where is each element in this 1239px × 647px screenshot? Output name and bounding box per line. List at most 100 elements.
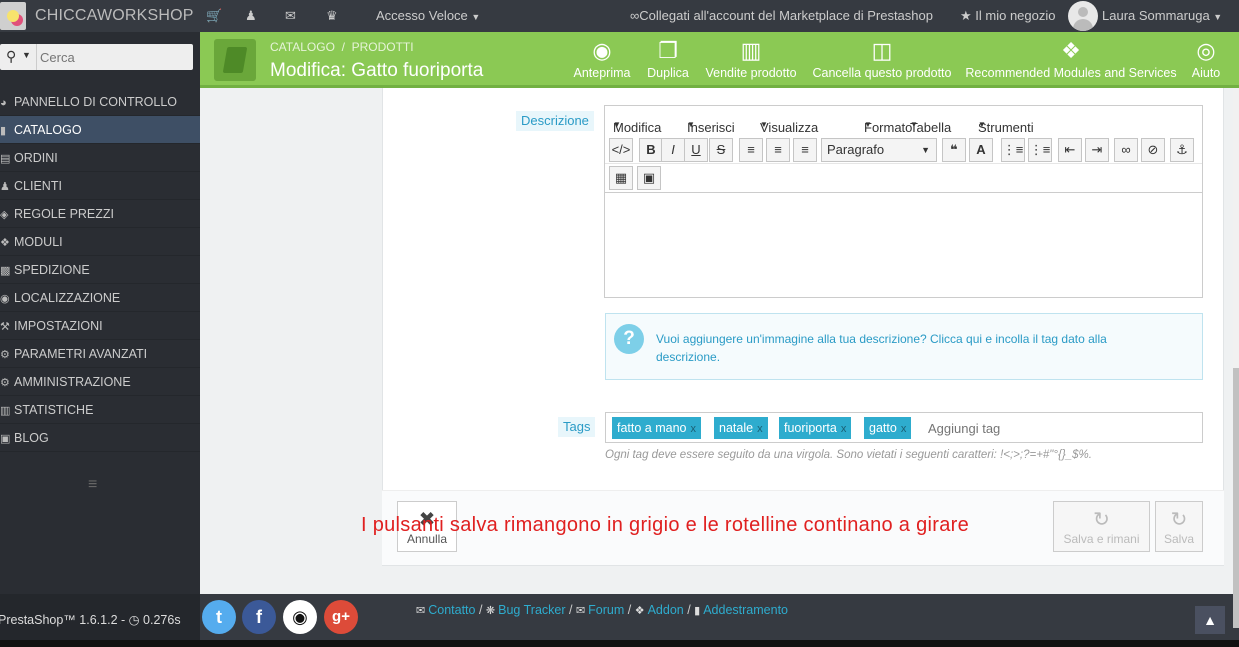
underline-icon[interactable]: U xyxy=(684,138,708,162)
product-sales-button[interactable]: ▥ Vendite prodotto xyxy=(703,36,799,84)
chevron-down-icon[interactable]: ▼ xyxy=(22,50,31,60)
sidebar-item-blog[interactable]: ▣ BLOG xyxy=(0,424,200,452)
forum-link[interactable]: Forum xyxy=(588,603,624,617)
sidebar-item-catalogo[interactable]: ▮ CATALOGO xyxy=(0,116,200,144)
twitter-icon[interactable]: t xyxy=(202,600,236,634)
strikethrough-icon[interactable]: S xyxy=(709,138,733,162)
recommended-modules-button[interactable]: ❖ Recommended Modules and Services xyxy=(965,36,1177,84)
bold-icon[interactable]: B xyxy=(639,138,663,162)
info-text-link[interactable]: Vuoi aggiungere un'immagine alla tua des… xyxy=(656,330,1156,366)
bug-tracker-link[interactable]: Bug Tracker xyxy=(498,603,565,617)
trophy-icon[interactable]: ♛ xyxy=(326,8,338,24)
star-icon: ★ xyxy=(960,8,972,23)
delete-product-button[interactable]: ◫ Cancella questo prodotto xyxy=(810,36,954,84)
link-icon[interactable]: ∞ xyxy=(1114,138,1138,162)
github-icon[interactable]: ◉ xyxy=(283,600,317,634)
align-right-icon[interactable]: ≡ xyxy=(793,138,817,162)
sidebar-item-label: AMMINISTRAZIONE xyxy=(14,375,131,389)
load-time: 0.276s xyxy=(143,613,181,627)
sidebar-item-spedizione[interactable]: ▩ SPEDIZIONE xyxy=(0,256,200,284)
paragraph-format-select[interactable]: Paragrafo ▼ xyxy=(821,138,937,162)
bug-icon: ❋ xyxy=(485,605,496,617)
numbered-list-icon[interactable]: ⋮≡ xyxy=(1028,138,1052,162)
sidebar-menu: ◕ PANNELLO DI CONTROLLO ▮ CATALOGO ▤ ORDINI… xyxy=(0,88,200,452)
page-scrollbar[interactable] xyxy=(1233,88,1239,628)
addon-link[interactable]: Addon xyxy=(648,603,684,617)
marketplace-link[interactable]: ∞Collegati all'account del Marketplace d… xyxy=(630,8,933,23)
text-color-icon[interactable]: A xyxy=(969,138,993,162)
sidebar-item-impostazioni[interactable]: ⚒ IMPOSTAZIONI xyxy=(0,312,200,340)
video-icon[interactable]: ▦ xyxy=(609,166,633,190)
source-code-icon[interactable]: </> xyxy=(609,138,633,162)
unlink-icon[interactable]: ⊘ xyxy=(1141,138,1165,162)
search-input[interactable] xyxy=(40,47,188,67)
add-tag-input[interactable] xyxy=(928,418,1188,438)
chevron-down-icon: ▼ xyxy=(1213,12,1223,22)
save-and-stay-button[interactable]: ↻ Salva e rimani xyxy=(1053,501,1150,552)
close-icon[interactable]: x xyxy=(757,418,763,440)
wrench-icon: ⚒ xyxy=(0,321,10,333)
quick-access-dropdown[interactable]: Accesso Veloce ▼ xyxy=(376,8,480,23)
breadcrumb-prodotti[interactable]: PRODOTTI xyxy=(352,40,414,54)
scrollbar-thumb[interactable] xyxy=(1233,368,1239,628)
editor-toolbar-row-2: ▦ ▣ xyxy=(605,164,1202,192)
tag-chip: natale x xyxy=(714,417,768,439)
cart-icon[interactable]: 🛒 xyxy=(206,8,222,24)
tags-input-box[interactable]: fatto a mano x natale x fuoriporta x gatto x xyxy=(605,412,1203,443)
outdent-icon[interactable]: ⇤ xyxy=(1058,138,1082,162)
my-shop-link[interactable]: ★ Il mio negozio xyxy=(960,8,1056,24)
envelope-icon[interactable]: ✉ xyxy=(285,8,296,24)
sidebar-item-statistiche[interactable]: ▥ STATISTICHE xyxy=(0,396,200,424)
duplicate-button[interactable]: ❐ Duplica xyxy=(642,36,694,84)
italic-icon[interactable]: I xyxy=(661,138,685,162)
sidebar-item-moduli[interactable]: ❖ MODULI xyxy=(0,228,200,256)
training-link[interactable]: Addestramento xyxy=(703,603,788,617)
tags-hint: Ogni tag deve essere seguito da una virg… xyxy=(605,449,1092,461)
sidebar-item-ordini[interactable]: ▤ ORDINI xyxy=(0,144,200,172)
google-plus-icon[interactable]: g+ xyxy=(324,600,358,634)
user-icon[interactable]: ♟ xyxy=(245,8,257,24)
sidebar-item-label: IMPOSTAZIONI xyxy=(14,319,103,333)
blog-icon: ▣ xyxy=(0,433,11,445)
editor-menubar: Modifica ▼ Inserisci ▼ Visualizza ▼ Form… xyxy=(613,120,1034,135)
breadcrumb-catalogo[interactable]: CATALOGO xyxy=(270,40,335,54)
avatar[interactable] xyxy=(1068,1,1098,31)
bullet-list-icon[interactable]: ⋮≡ xyxy=(1001,138,1025,162)
indent-icon[interactable]: ⇥ xyxy=(1085,138,1109,162)
sidebar-item-pannello[interactable]: ◕ PANNELLO DI CONTROLLO xyxy=(0,88,200,116)
sidebar-item-localizzazione[interactable]: ◉ LOCALIZZAZIONE xyxy=(0,284,200,312)
save-button[interactable]: ↻ Salva xyxy=(1155,501,1203,552)
contact-link[interactable]: Contatto xyxy=(428,603,475,617)
preview-button[interactable]: ◉ Anteprima xyxy=(570,36,634,84)
prestashop-logo[interactable] xyxy=(0,2,26,30)
shop-brand-name[interactable]: CHICCAWORKSHOP xyxy=(35,7,194,25)
menu-collapse-icon[interactable]: ≡ xyxy=(88,476,97,494)
blockquote-icon[interactable]: ❝ xyxy=(942,138,966,162)
user-menu[interactable]: Laura Sommaruga ▼ xyxy=(1102,8,1222,23)
sidebar-item-label: MODULI xyxy=(14,235,63,249)
image-icon[interactable]: ▣ xyxy=(637,166,661,190)
book-icon xyxy=(214,39,256,81)
search-icon[interactable]: ⚲ xyxy=(6,48,16,65)
close-icon[interactable]: x xyxy=(691,418,697,440)
trash-icon: ◫ xyxy=(871,38,893,63)
description-textarea[interactable] xyxy=(605,192,1202,297)
align-left-icon[interactable]: ≡ xyxy=(739,138,763,162)
arrow-up-icon[interactable]: ▲ xyxy=(1195,606,1225,634)
help-button[interactable]: ◎ Aiuto xyxy=(1186,36,1226,84)
version-info: PrestaShop™ 1.6.1.2 - ◷ 0.276s xyxy=(0,612,181,627)
sidebar-item-clienti[interactable]: ♟ CLIENTI xyxy=(0,172,200,200)
facebook-icon[interactable]: f xyxy=(242,600,276,634)
sidebar-item-regole-prezzi[interactable]: ◈ REGOLE PREZZI xyxy=(0,200,200,228)
duplicate-label: Duplica xyxy=(647,66,689,80)
sidebar-item-label: ORDINI xyxy=(14,151,58,165)
puzzle-icon: ❖ xyxy=(1061,38,1081,63)
quick-access-label: Accesso Veloce xyxy=(376,8,468,23)
anchor-icon[interactable]: ⚓ xyxy=(1170,138,1194,162)
sidebar-item-parametri-avanzati[interactable]: ⚙ PARAMETRI AVANZATI xyxy=(0,340,200,368)
close-icon[interactable]: x xyxy=(901,418,907,440)
sidebar-item-label: PARAMETRI AVANZATI xyxy=(14,347,148,361)
sidebar-item-amministrazione[interactable]: ⚙ AMMINISTRAZIONE xyxy=(0,368,200,396)
align-center-icon[interactable]: ≡ xyxy=(766,138,790,162)
close-icon[interactable]: x xyxy=(841,418,847,440)
